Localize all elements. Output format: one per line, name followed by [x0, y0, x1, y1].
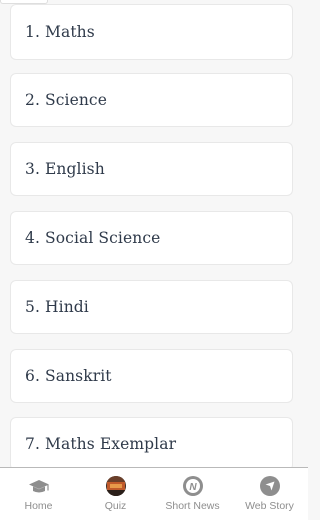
bottom-navigation: Home Quiz N Short News Web Story — [0, 467, 308, 520]
subject-card-maths[interactable]: 1. Maths — [10, 4, 293, 60]
nav-item-web-story[interactable]: Web Story — [231, 468, 308, 520]
quiz-thumbnail-icon — [105, 475, 127, 497]
subject-card-english[interactable]: 3. English — [10, 142, 293, 196]
subject-card-social-science[interactable]: 4. Social Science — [10, 211, 293, 265]
subject-card-science[interactable]: 2. Science — [10, 73, 293, 127]
compass-arrow-icon — [259, 475, 281, 497]
subject-card-maths-exemplar[interactable]: 7. Maths Exemplar — [10, 417, 293, 471]
nav-item-quiz[interactable]: Quiz — [77, 468, 154, 520]
nav-label-short-news: Short News — [165, 500, 220, 512]
subject-card-hindi[interactable]: 5. Hindi — [10, 280, 293, 334]
subject-card-label: 6. Sanskrit — [25, 367, 112, 385]
nav-label-quiz: Quiz — [104, 500, 127, 512]
nav-label-web-story: Web Story — [245, 500, 294, 512]
subject-card-label: 1. Maths — [25, 23, 95, 41]
subject-card-sanskrit[interactable]: 6. Sanskrit — [10, 349, 293, 403]
subject-card-label: 5. Hindi — [25, 298, 89, 316]
subject-card-label: 3. English — [25, 160, 105, 178]
subject-card-label: 7. Maths Exemplar — [25, 435, 177, 453]
subject-list-screen: 1. Maths 2. Science 3. English 4. Social… — [0, 0, 308, 520]
nav-item-home[interactable]: Home — [0, 468, 77, 520]
svg-text:N: N — [189, 482, 197, 493]
nav-label-home: Home — [24, 500, 53, 512]
graduation-cap-icon — [28, 475, 50, 497]
subject-card-label: 2. Science — [25, 91, 107, 109]
news-n-icon: N — [182, 475, 204, 497]
subject-card-label: 4. Social Science — [25, 229, 161, 247]
nav-item-short-news[interactable]: N Short News — [154, 468, 231, 520]
